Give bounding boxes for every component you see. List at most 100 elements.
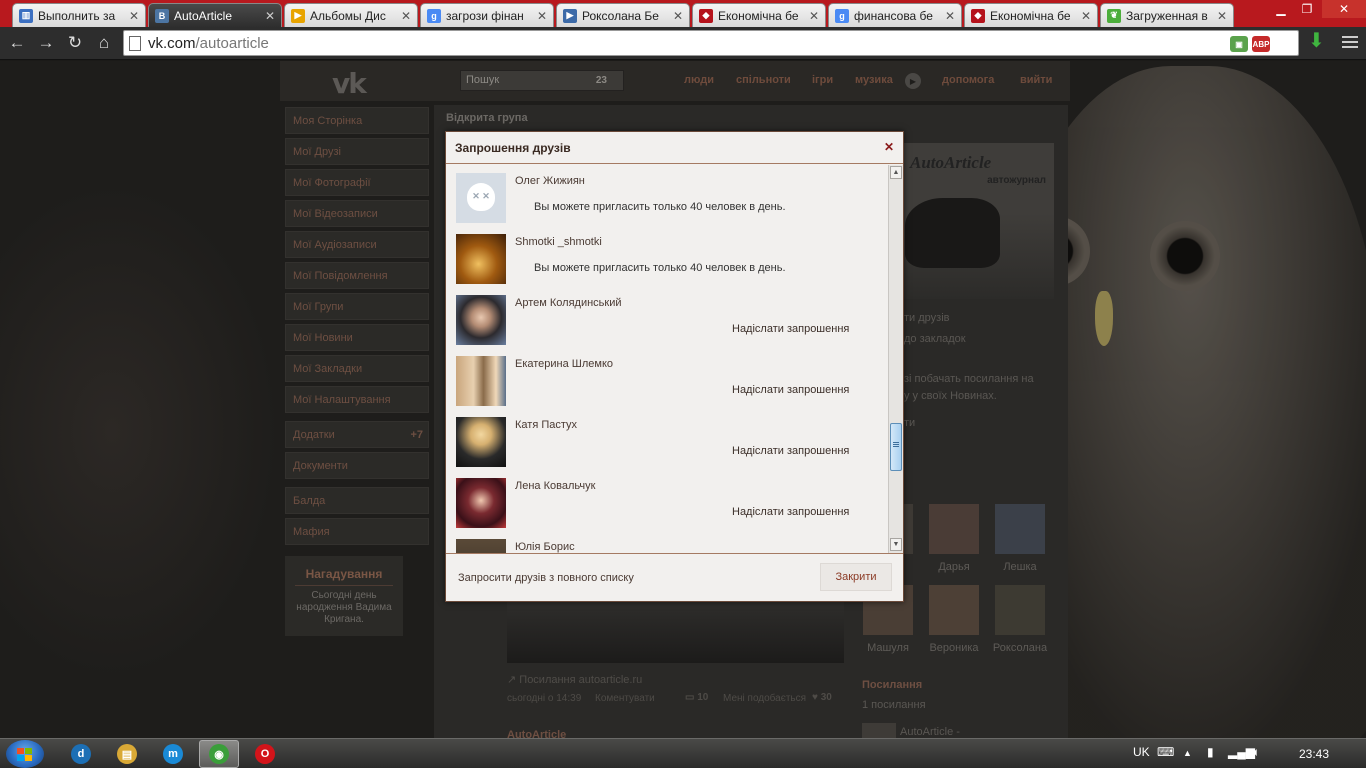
nav-games[interactable]: ігри (812, 74, 833, 86)
side-action-invite[interactable]: ти друзів (904, 312, 949, 324)
nav-people[interactable]: люди (684, 74, 714, 86)
scroll-thumb[interactable] (890, 423, 902, 471)
link-thumbnail[interactable] (862, 723, 896, 738)
extension-image-icon[interactable]: ▣ (1230, 36, 1248, 52)
send-invite-button[interactable]: Надіслати запрошення (732, 506, 849, 518)
tab-close-icon[interactable]: ✕ (537, 9, 547, 23)
post-link[interactable]: ↗ Посилання autoarticle.ru (507, 673, 642, 686)
menu-my-page[interactable]: Моя Сторінка (285, 107, 429, 134)
start-button[interactable] (6, 740, 44, 768)
post-image[interactable] (507, 601, 844, 663)
group-cover-image[interactable]: AutoArticle автожурнал (900, 143, 1054, 299)
menu-app-mafia[interactable]: Мафия (285, 518, 429, 545)
taskbar-app[interactable]: d (61, 740, 101, 768)
side-action-bookmark[interactable]: до закладок (904, 333, 966, 345)
menu-my-audio[interactable]: Мої Аудіозаписи (285, 231, 429, 258)
reload-button[interactable]: ↻ (64, 32, 86, 54)
post-comment-link[interactable]: Коментувати (595, 693, 655, 704)
member-photo[interactable] (995, 585, 1045, 635)
browser-tab[interactable]: ▶ Роксолана Бе ✕ (556, 3, 690, 27)
send-invite-button[interactable]: Надіслати запрошення (732, 323, 849, 335)
friend-name[interactable]: Shmotki _shmotki (515, 236, 602, 248)
scroll-up-icon[interactable]: ▲ (890, 166, 902, 179)
clock[interactable]: 23:43 (1299, 747, 1329, 761)
tab-close-icon[interactable]: ✕ (129, 9, 139, 23)
link-title[interactable]: AutoArticle - (900, 726, 960, 738)
nav-logout[interactable]: вийти (1020, 74, 1052, 86)
home-button[interactable]: ⌂ (93, 32, 115, 54)
forward-button[interactable]: → (35, 32, 57, 54)
tab-close-icon[interactable]: ✕ (673, 9, 683, 23)
music-play-icon[interactable]: ▶ (905, 73, 921, 89)
invite-from-full-list-link[interactable]: Запросити друзів з повного списку (458, 572, 634, 584)
taskbar-app[interactable]: m (153, 740, 193, 768)
friend-avatar[interactable] (456, 234, 506, 284)
member-name[interactable]: Лешка (990, 561, 1050, 573)
battery-icon[interactable]: ▮ (1207, 745, 1214, 759)
menu-my-bookmarks[interactable]: Мої Закладки (285, 355, 429, 382)
browser-tab[interactable]: ▥ Выполнить за ✕ (12, 3, 146, 27)
taskbar-app[interactable]: ◉ (199, 740, 239, 768)
browser-tab[interactable]: ▶ Альбомы Дис ✕ (284, 3, 418, 27)
friend-avatar[interactable] (456, 295, 506, 345)
friend-avatar[interactable] (456, 356, 506, 406)
keyboard-icon[interactable]: ⌨ (1157, 745, 1174, 759)
close-dialog-button[interactable]: Закрити (820, 563, 892, 591)
post-author[interactable]: AutoArticle (507, 729, 566, 738)
friend-avatar[interactable] (456, 478, 506, 528)
nav-help[interactable]: допомога (942, 74, 994, 86)
post-like-label[interactable]: Мені подобається (723, 693, 806, 704)
address-bar[interactable]: vk.com/autoarticle ▣ ABP ☆ (123, 30, 1299, 56)
friend-avatar[interactable] (456, 539, 506, 553)
browser-tab[interactable]: ❦ Загруженная в ✕ (1100, 3, 1234, 27)
browser-tab[interactable]: ◆ Економічна бе ✕ (964, 3, 1098, 27)
close-icon[interactable]: ✕ (884, 140, 894, 154)
member-name[interactable]: Роксолана (990, 642, 1050, 654)
friend-name[interactable]: Артем Колядинський (515, 297, 622, 309)
tab-close-icon[interactable]: ✕ (809, 9, 819, 23)
menu-app-balda[interactable]: Балда (285, 487, 429, 514)
tab-close-icon[interactable]: ✕ (945, 9, 955, 23)
taskbar-app[interactable]: O (245, 740, 285, 768)
browser-tab[interactable]: ◆ Економічна бе ✕ (692, 3, 826, 27)
friend-name[interactable]: Катя Пастух (515, 419, 577, 431)
minimize-button[interactable]: ▁ (1268, 0, 1294, 18)
menu-my-photos[interactable]: Мої Фотографії (285, 169, 429, 196)
menu-my-groups[interactable]: Мої Групи (285, 293, 429, 320)
volume-icon[interactable]: 🔈︎ (1253, 745, 1260, 760)
send-invite-button[interactable]: Надіслати запрошення (732, 445, 849, 457)
list-scrollbar[interactable]: ▲ ▼ (888, 165, 903, 553)
friend-avatar[interactable]: ✕ ✕ (456, 173, 506, 223)
vk-logo[interactable]: vk (332, 67, 367, 100)
back-button[interactable]: ← (6, 32, 28, 54)
chrome-menu-icon[interactable] (1342, 36, 1358, 51)
browser-tab[interactable]: B AutoArticle ✕ (148, 3, 282, 27)
tab-close-icon[interactable]: ✕ (1217, 9, 1227, 23)
close-window-button[interactable]: ✕ (1322, 0, 1366, 18)
network-signal-icon[interactable]: ▂▄▆ (1228, 745, 1255, 759)
links-heading[interactable]: Посилання (862, 679, 922, 691)
tab-close-icon[interactable]: ✕ (1081, 9, 1091, 23)
menu-my-settings[interactable]: Мої Налаштування (285, 386, 429, 413)
post-share-count[interactable]: ▭ 10 (685, 692, 708, 703)
menu-documents[interactable]: Документи (285, 452, 429, 479)
member-photo[interactable] (929, 504, 979, 554)
member-name[interactable]: Вероника (924, 642, 984, 654)
show-hidden-icons-icon[interactable]: ▲ (1183, 748, 1192, 758)
member-name[interactable]: Дарья (924, 561, 984, 573)
browser-tab[interactable]: g загрози фінан ✕ (420, 3, 554, 27)
download-icon[interactable]: ⬇ (1308, 31, 1326, 51)
friends-list[interactable]: ✕ ✕ Олег Жижиян Вы можете пригласить тольк… (446, 165, 903, 554)
reminder-text[interactable]: Сьогодні день народження Вадима Кригана. (285, 590, 403, 626)
tab-close-icon[interactable]: ✕ (401, 9, 411, 23)
member-name[interactable]: Машуля (858, 642, 918, 654)
post-like-count[interactable]: ♥ 30 (812, 692, 832, 703)
taskbar-app[interactable]: ▤ (107, 740, 147, 768)
scroll-down-icon[interactable]: ▼ (890, 538, 902, 551)
menu-my-friends[interactable]: Мої Друзі (285, 138, 429, 165)
side-action-share[interactable]: ти (904, 417, 915, 429)
browser-tab[interactable]: g финансова бе ✕ (828, 3, 962, 27)
friend-name[interactable]: Екатерина Шлемко (515, 358, 613, 370)
nav-communities[interactable]: спільноти (736, 74, 791, 86)
member-photo[interactable] (929, 585, 979, 635)
